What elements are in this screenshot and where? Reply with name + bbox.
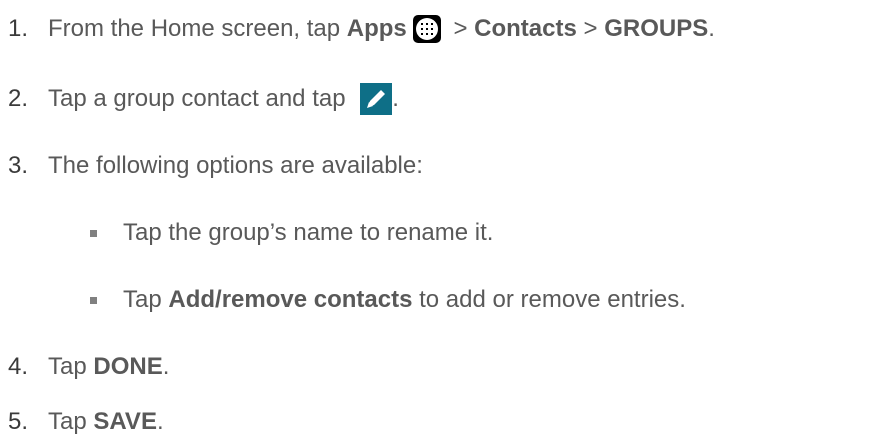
- done-label: DONE: [93, 353, 163, 380]
- step-suffix: .: [392, 85, 399, 112]
- groups-label: GROUPS: [604, 15, 709, 42]
- sub-item-add-remove: Tap Add/remove contacts to add or remove…: [0, 283, 686, 317]
- sub-item-text: Tap Add/remove contacts to add or remove…: [123, 286, 686, 313]
- step-number: 4.: [8, 353, 29, 380]
- step-suffix: .: [708, 15, 715, 42]
- sub-item-text: Tap the group’s name to rename it.: [123, 219, 494, 246]
- step-2: 2. Tap a group contact and tap .: [0, 82, 399, 116]
- step-number: 1.: [8, 15, 29, 42]
- step-number: 3.: [8, 152, 29, 179]
- step-text: Tap SAVE.: [48, 405, 164, 439]
- step-text: The following options are available:: [48, 152, 423, 179]
- step-text: From the Home screen, tap Apps > Contact…: [48, 12, 715, 46]
- bullet-icon: [90, 296, 97, 304]
- step-text-prefix: From the Home screen, tap: [48, 15, 347, 42]
- save-label: SAVE: [93, 408, 157, 435]
- step-text: Tap DONE.: [48, 350, 169, 384]
- step-number: 2.: [8, 85, 29, 112]
- step-5: 5. Tap SAVE.: [0, 405, 164, 439]
- step-3: 3. The following options are available:: [0, 149, 423, 183]
- apps-label: Apps: [346, 15, 407, 42]
- edit-pencil-icon: [360, 83, 393, 115]
- apps-icon: [412, 15, 441, 43]
- step-4: 4. Tap DONE.: [0, 350, 169, 384]
- separator: >: [576, 15, 605, 42]
- bullet-icon: [90, 229, 97, 237]
- step-text: Tap a group contact and tap .: [48, 82, 399, 116]
- step-text-body: Tap a group contact and tap: [48, 85, 353, 112]
- step-number: 5.: [8, 408, 29, 435]
- add-remove-label: Add/remove contacts: [168, 286, 413, 313]
- contacts-label: Contacts: [474, 15, 577, 42]
- sub-item-rename: Tap the group’s name to rename it.: [0, 216, 493, 250]
- separator: >: [446, 15, 475, 42]
- step-1: 1. From the Home screen, tap Apps > Cont…: [0, 12, 715, 46]
